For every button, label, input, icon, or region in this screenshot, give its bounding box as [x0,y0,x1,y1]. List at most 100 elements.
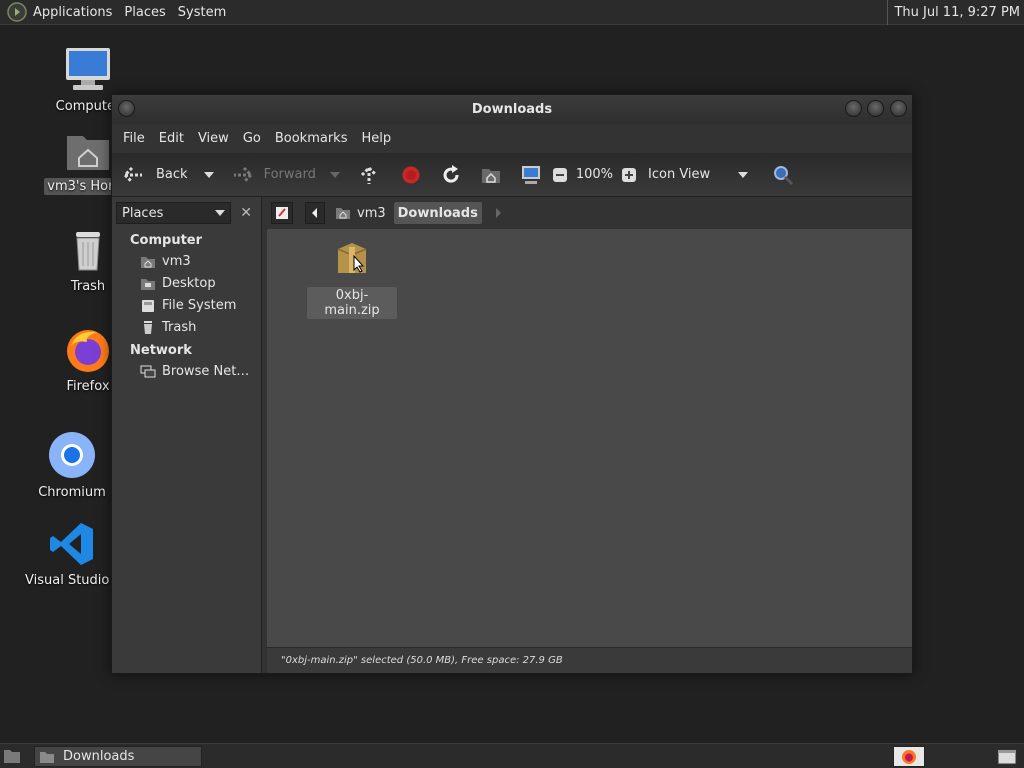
maximize-button[interactable] [867,100,884,117]
sidebar-item-filesystem[interactable]: File System [112,295,261,317]
minimize-button[interactable] [845,100,862,117]
file-item[interactable]: 0xbj-main.zip [307,239,397,319]
sidebar-item-vm3[interactable]: vm3 [112,251,261,273]
toolbar: Back Forward 100% Icon View [112,153,912,197]
breadcrumb-label: vm3 [357,205,386,221]
desktop-icon-label: Trash [70,279,106,294]
breadcrumb-vm3[interactable]: vm3 [331,202,390,224]
back-label: Back [156,167,188,182]
close-sidebar-button[interactable]: ✕ [235,202,257,224]
home-folder-icon [67,136,109,170]
search-icon[interactable] [772,164,794,186]
chromium-icon [49,432,95,478]
status-bar: "0xbj-main.zip" selected (50.0 MB), Free… [267,647,912,673]
sidebar-heading-network: Network [130,343,192,358]
up-arrow-icon[interactable] [358,164,380,186]
toggle-location-button[interactable] [271,202,293,224]
desktop-icon-chromium[interactable]: Chromium [22,430,122,501]
desktop-icon-label: Firefox [66,379,110,394]
firefox-icon [67,330,109,372]
back-history-dropdown[interactable] [203,171,214,178]
sidebar-item-desktop[interactable]: Desktop [112,273,261,295]
sidebar-item-label: File System [162,298,237,313]
desktop-icon-vscode[interactable]: Visual Studio Code [22,520,147,589]
window-body: Places ✕ Computer vm3 Desktop File Syste… [112,197,912,673]
menu-file[interactable]: File [116,131,152,146]
menu-view[interactable]: View [191,131,236,146]
forward-label: Forward [263,167,316,182]
applications-menu[interactable]: Applications [27,0,118,25]
taskbar-item-label: Downloads [63,749,135,764]
top-menu: Applications Places System [27,0,232,25]
window-titlebar[interactable]: Downloads [112,95,912,124]
network-icon [140,365,156,377]
chevron-down-icon [215,210,226,216]
file-view[interactable]: 0xbj-main.zip [267,229,912,647]
back-arrow-icon [122,166,142,183]
drive-icon [142,299,154,312]
reload-icon[interactable] [440,164,462,186]
folder-icon [40,751,54,763]
sidebar: Places ✕ Computer vm3 Desktop File Syste… [112,197,262,673]
bottom-panel: Downloads [0,743,1024,768]
breadcrumb-label: Downloads [397,205,478,221]
home-folder-icon [336,208,350,219]
sidebar-item-label: Trash [162,320,197,335]
places-bar: Places ✕ [112,197,261,229]
window-menu-button[interactable] [118,100,135,117]
desktop-folder-icon [141,278,155,290]
chevron-left-icon [312,208,317,218]
menu-help[interactable]: Help [354,131,398,146]
back-button[interactable]: Back [122,165,188,185]
view-mode-dropdown[interactable] [738,171,749,178]
window-list-icon [997,749,1017,764]
places-menu[interactable]: Places [118,0,171,25]
trash-icon [76,232,100,271]
system-menu[interactable]: System [172,0,232,25]
sidebar-item-browse-network[interactable]: Browse Net… [112,361,261,383]
home-folder-icon [141,256,155,268]
sidebar-selector-label: Places [122,205,164,221]
firefox-icon [902,749,916,764]
computer-icon[interactable] [520,164,542,186]
zoom-in-icon[interactable] [621,167,637,183]
chevron-right-icon[interactable] [494,208,502,218]
sidebar-item-trash[interactable]: Trash [112,317,261,339]
stop-icon[interactable] [400,164,422,186]
sidebar-heading-computer: Computer [130,233,203,248]
computer-icon [66,48,110,90]
taskbar-item-downloads[interactable]: Downloads [34,746,202,767]
top-panel: Applications Places System Thu Jul 11, 9… [0,0,1024,25]
menubar: File Edit View Go Bookmarks Help [112,124,912,153]
archive-icon [337,243,367,273]
menu-go[interactable]: Go [236,131,268,146]
forward-button[interactable]: Forward [232,165,316,185]
forward-history-dropdown[interactable] [329,171,340,178]
file-name: 0xbj-main.zip [307,287,397,319]
edit-icon [276,207,288,219]
sidebar-item-label: Browse Net… [162,364,250,379]
show-desktop-icon[interactable] [3,748,21,764]
trash-icon [144,320,152,334]
gnome-foot-icon[interactable] [7,2,27,22]
zoom-out-icon[interactable] [552,167,568,183]
sidebar-item-label: vm3 [162,254,191,269]
menu-bookmarks[interactable]: Bookmarks [268,131,355,146]
workspace-1[interactable] [893,746,925,767]
path-bar: vm3 Downloads [267,197,912,229]
menu-edit[interactable]: Edit [152,131,191,146]
zoom-level[interactable]: 100% [576,167,613,182]
sidebar-selector[interactable]: Places [116,202,232,224]
clock[interactable]: Thu Jul 11, 9:27 PM [887,0,1020,25]
mouse-cursor-icon [353,255,365,273]
trash-applet[interactable] [994,747,1020,766]
breadcrumb-downloads[interactable]: Downloads [393,202,482,224]
forward-arrow-icon [233,166,253,183]
path-scroll-left-button[interactable] [305,202,325,224]
close-button[interactable] [890,100,907,117]
vscode-icon [50,523,93,565]
desktop-icon-label: Chromium [38,485,106,500]
sidebar-item-label: Desktop [162,276,216,291]
home-icon[interactable] [480,165,502,185]
view-mode-select[interactable]: Icon View [648,167,738,182]
